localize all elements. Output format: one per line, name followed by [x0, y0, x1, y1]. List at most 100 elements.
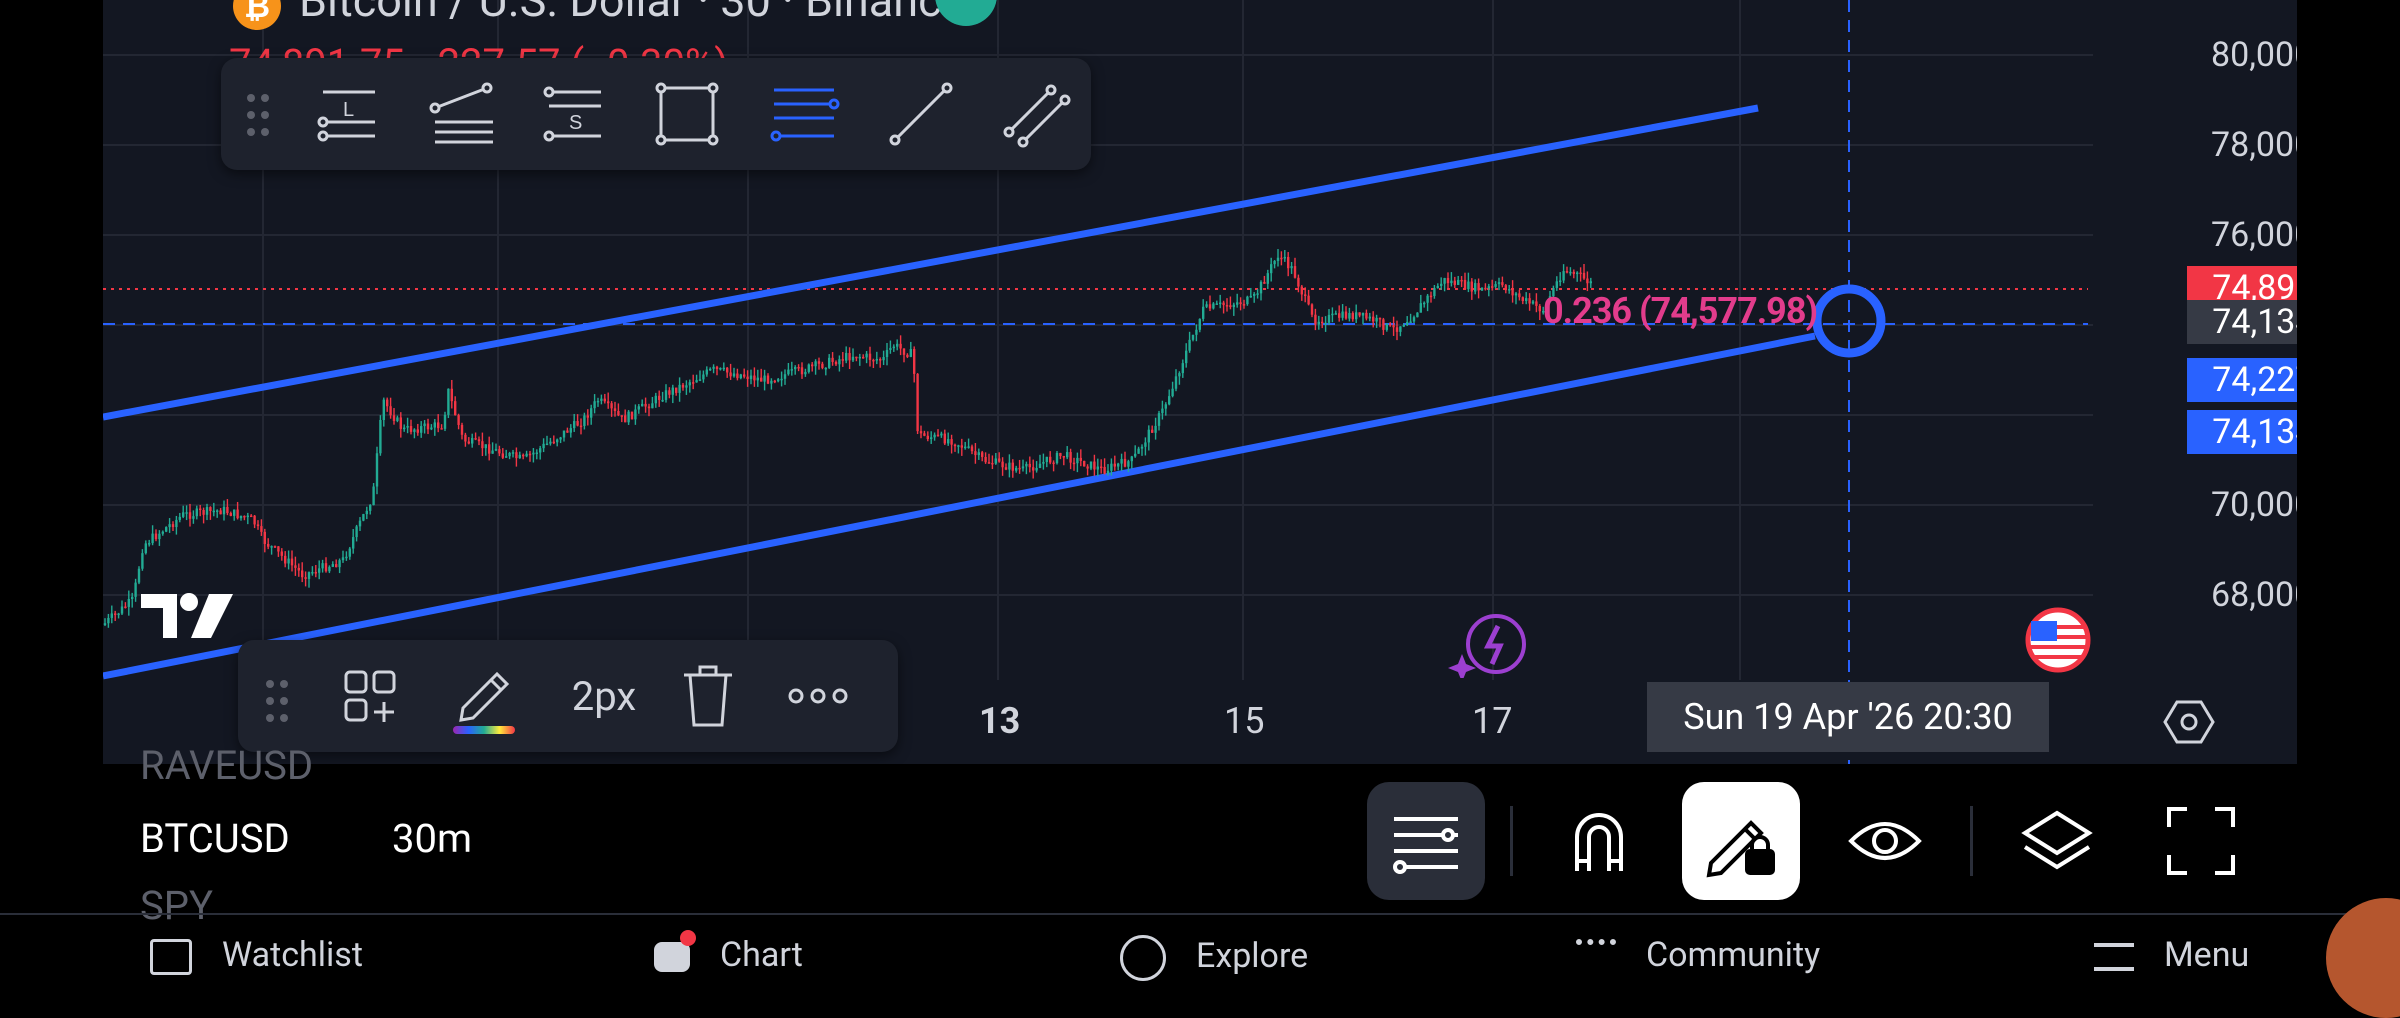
- candle: [879, 359, 882, 361]
- axis-settings-icon[interactable]: [2163, 696, 2215, 748]
- trend-line-tool[interactable]: [879, 72, 963, 156]
- candle: [957, 445, 960, 447]
- candle: [311, 572, 314, 574]
- more-options-button[interactable]: [778, 658, 858, 734]
- candle: [773, 380, 776, 383]
- interval-label[interactable]: 30m: [392, 815, 472, 862]
- ai-spark-icon[interactable]: [1448, 608, 1528, 678]
- drawing-price-tag: 74,227.65: [2187, 358, 2297, 402]
- candle: [505, 456, 508, 458]
- candle: [695, 380, 698, 383]
- floating-action-button[interactable]: [2326, 898, 2400, 1018]
- candle: [783, 374, 787, 379]
- long-position-tool[interactable]: L: [307, 72, 391, 156]
- candle: [947, 439, 950, 444]
- candle: [182, 512, 185, 517]
- tab-label: Menu: [2164, 935, 2250, 975]
- candle: [1341, 311, 1344, 318]
- tab-chart[interactable]: Chart: [654, 930, 803, 975]
- candle: [637, 406, 640, 410]
- watchlist-current-symbol[interactable]: BTCUSD: [140, 815, 290, 862]
- lock-drawings-button[interactable]: [1682, 782, 1800, 900]
- candle: [192, 516, 195, 519]
- layers-icon: [2021, 810, 2093, 870]
- candle: [161, 531, 164, 534]
- candle: [1559, 280, 1562, 283]
- candle: [457, 415, 460, 425]
- layers-button[interactable]: [1998, 782, 2116, 900]
- candle: [967, 446, 970, 448]
- us-flag-event-icon[interactable]: [2023, 605, 2093, 675]
- candle: [1015, 467, 1018, 471]
- candle: [1450, 280, 1453, 284]
- drag-handle-icon[interactable]: [262, 676, 292, 726]
- candles: [103, 249, 1592, 628]
- candle: [705, 369, 708, 375]
- fullscreen-icon: [2167, 807, 2235, 875]
- tab-community[interactable]: Community: [1576, 935, 1820, 975]
- candle: [586, 415, 589, 418]
- line-width-button[interactable]: 2px: [554, 658, 654, 734]
- candle: [1310, 304, 1314, 315]
- candle: [1032, 467, 1035, 471]
- candle: [654, 395, 657, 404]
- candle: [1555, 281, 1558, 288]
- candle: [406, 426, 409, 428]
- candle: [1477, 283, 1480, 291]
- candle: [1004, 467, 1008, 470]
- candle: [501, 453, 504, 458]
- object-tree-button[interactable]: [1367, 782, 1485, 900]
- candle: [437, 422, 440, 429]
- magnet-mode-button[interactable]: [1540, 782, 1658, 900]
- candle: [950, 439, 953, 445]
- fib-retracement-tool[interactable]: [762, 72, 846, 156]
- candle: [1130, 456, 1133, 462]
- object-tree-icon: [1393, 817, 1458, 874]
- candle: [668, 390, 671, 395]
- hide-drawings-button[interactable]: [1826, 782, 1944, 900]
- candle: [1338, 313, 1341, 318]
- tab-watchlist[interactable]: Watchlist: [150, 935, 363, 976]
- candle: [318, 568, 321, 573]
- candle: [800, 367, 804, 375]
- candle: [1266, 273, 1269, 284]
- candle: [355, 526, 358, 538]
- svg-text:S: S: [569, 112, 582, 134]
- candle: [1304, 294, 1307, 296]
- watchlist-prev-symbol[interactable]: RAVEUSD: [140, 742, 313, 789]
- line-color-button[interactable]: [444, 658, 524, 734]
- tab-explore[interactable]: Explore: [1120, 935, 1308, 981]
- parallel-channel-tool[interactable]: [995, 72, 1079, 156]
- candle: [1083, 460, 1086, 467]
- chart-area[interactable]: ₿ Bitcoin / U.S. Dollar · 30 · Binance 7…: [103, 0, 2297, 764]
- candle: [1412, 317, 1416, 322]
- rectangle-tool[interactable]: [645, 72, 729, 156]
- candle: [229, 513, 232, 516]
- candle: [627, 411, 630, 423]
- candle: [573, 421, 576, 429]
- candle: [970, 446, 974, 452]
- candle: [851, 356, 855, 361]
- fullscreen-button[interactable]: [2142, 782, 2260, 900]
- short-position-tool[interactable]: S: [533, 72, 617, 156]
- drag-handle-icon[interactable]: [243, 90, 273, 140]
- crosshair-price-tag: 74,134.94: [2187, 300, 2297, 344]
- delete-drawing-button[interactable]: [668, 658, 748, 734]
- fib-extension-tool[interactable]: [421, 72, 505, 156]
- watchlist-next-symbol[interactable]: SPY: [140, 882, 213, 929]
- candle: [1487, 286, 1490, 289]
- candle: [811, 364, 814, 367]
- candle: [1079, 457, 1082, 461]
- candle: [1511, 289, 1514, 296]
- candle: [389, 406, 392, 416]
- candle: [216, 510, 219, 512]
- tab-label: Community: [1646, 935, 1821, 975]
- symbol-title[interactable]: ₿ Bitcoin / U.S. Dollar · 30 · Binance: [233, 0, 966, 30]
- candle: [1321, 321, 1324, 324]
- toolbar-separator: [1510, 806, 1513, 876]
- candle: [508, 452, 511, 457]
- add-template-button[interactable]: [330, 658, 410, 734]
- tab-menu[interactable]: Menu: [2094, 935, 2249, 975]
- candle: [321, 563, 324, 569]
- candle: [481, 441, 484, 449]
